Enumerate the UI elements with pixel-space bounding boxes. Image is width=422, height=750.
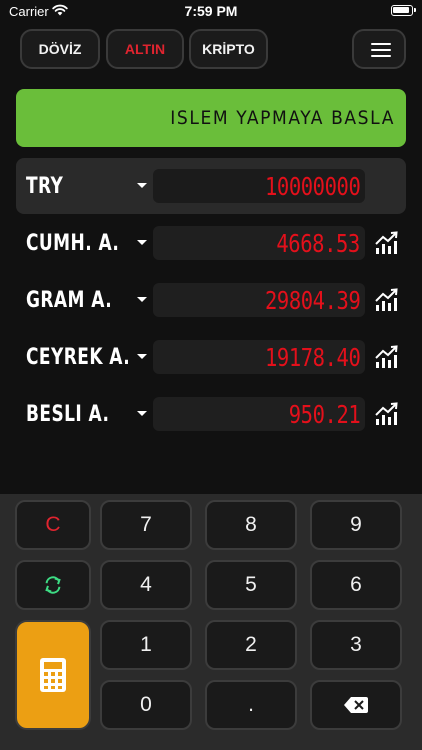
- chart-trend-icon[interactable]: [375, 288, 399, 312]
- base-amount-value: 10000000: [264, 171, 361, 201]
- base-amount-field[interactable]: 10000000: [153, 169, 365, 203]
- menu-button[interactable]: [352, 29, 406, 69]
- dropdown-caret-icon[interactable]: [137, 411, 147, 416]
- gold-row-besli: BESLI A. 950.21: [16, 386, 406, 442]
- gold-row-cumhuriyet: CUMH. A. 4668.53: [16, 215, 406, 271]
- dropdown-caret-icon[interactable]: [137, 297, 147, 302]
- gold-row-gram: GRAM A. 29804.39: [16, 272, 406, 328]
- battery-icon: [391, 5, 416, 16]
- digit-0-button[interactable]: 0: [100, 680, 192, 730]
- gold-type-label[interactable]: CEYREK A.: [26, 345, 130, 370]
- digit-9-button[interactable]: 9: [310, 500, 402, 550]
- backspace-icon: [344, 697, 368, 713]
- start-trading-banner[interactable]: ISLEM YAPMAYA BASLA: [16, 89, 406, 147]
- calculator-icon: [40, 658, 66, 692]
- decimal-button[interactable]: .: [205, 680, 297, 730]
- chart-trend-icon[interactable]: [375, 402, 399, 426]
- gold-value-field: 950.21: [153, 397, 365, 431]
- gold-value: 29804.39: [264, 285, 361, 315]
- calculator-button[interactable]: [15, 620, 91, 730]
- gold-value-field: 29804.39: [153, 283, 365, 317]
- clear-button[interactable]: C: [15, 500, 91, 550]
- digit-8-button[interactable]: 8: [205, 500, 297, 550]
- dropdown-caret-icon[interactable]: [137, 240, 147, 245]
- tab-altin[interactable]: ALTIN: [106, 29, 184, 69]
- gold-value: 19178.40: [264, 342, 361, 372]
- tab-kripto[interactable]: KRİPTO: [189, 29, 268, 69]
- digit-5-button[interactable]: 5: [205, 560, 297, 610]
- gold-row-ceyrek: CEYREK A. 19178.40: [16, 329, 406, 385]
- chart-trend-icon[interactable]: [375, 231, 399, 255]
- dropdown-caret-icon[interactable]: [137, 183, 147, 188]
- tab-doviz[interactable]: DÖVİZ: [20, 29, 100, 69]
- swap-icon: [45, 576, 61, 594]
- backspace-button[interactable]: [310, 680, 402, 730]
- gold-value: 4668.53: [276, 228, 360, 258]
- gold-type-label[interactable]: CUMH. A.: [26, 231, 119, 256]
- digit-2-button[interactable]: 2: [205, 620, 297, 670]
- swap-button[interactable]: [15, 560, 91, 610]
- digit-3-button[interactable]: 3: [310, 620, 402, 670]
- digit-6-button[interactable]: 6: [310, 560, 402, 610]
- gold-type-label[interactable]: BESLI A.: [26, 402, 109, 427]
- gold-value: 950.21: [288, 399, 360, 429]
- digit-7-button[interactable]: 7: [100, 500, 192, 550]
- gold-type-label[interactable]: GRAM A.: [26, 288, 112, 313]
- status-time: 7:59 PM: [184, 3, 238, 19]
- base-currency-row: TRY 10000000: [16, 158, 406, 214]
- gold-value-field: 4668.53: [153, 226, 365, 260]
- dropdown-caret-icon[interactable]: [137, 354, 147, 359]
- digit-1-button[interactable]: 1: [100, 620, 192, 670]
- digit-4-button[interactable]: 4: [100, 560, 192, 610]
- base-currency-label[interactable]: TRY: [26, 174, 63, 199]
- gold-value-field: 19178.40: [153, 340, 365, 374]
- chart-trend-icon[interactable]: [375, 345, 399, 369]
- banner-text: ISLEM YAPMAYA BASLA: [170, 107, 395, 129]
- menu-icon: [371, 43, 391, 45]
- status-bar: Carrier 7:59 PM: [0, 0, 422, 24]
